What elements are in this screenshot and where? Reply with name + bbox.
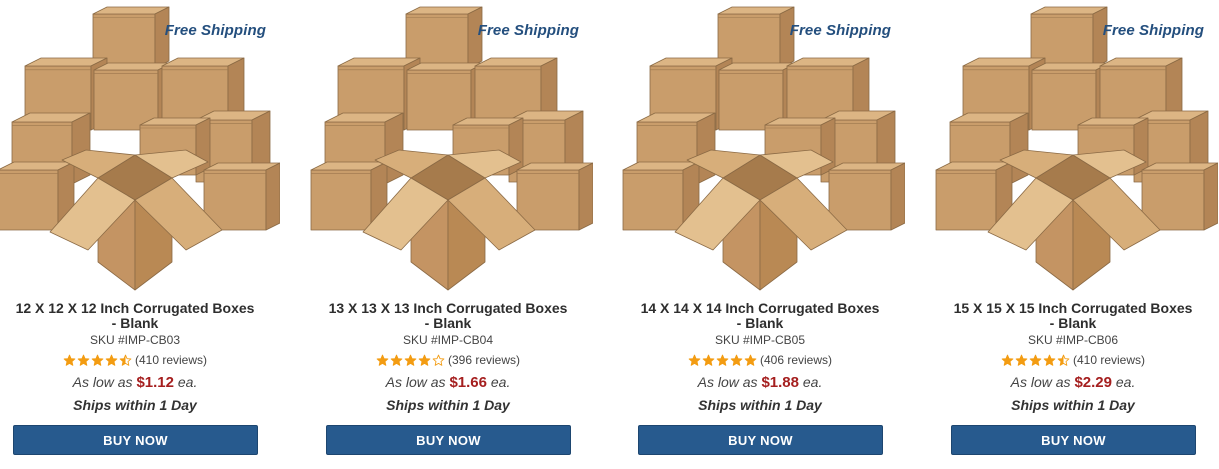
product-sku: SKU #IMP-CB03 xyxy=(89,333,181,347)
product-card: Free Shipping 12 X 12 X 12 Inch Corrugat… xyxy=(0,0,280,469)
star-half-icon xyxy=(119,354,132,367)
star-full-icon xyxy=(1015,354,1028,367)
product-title[interactable]: 13 X 13 X 13 Inch Corrugated Boxes - Bla… xyxy=(313,301,583,331)
star-full-icon xyxy=(404,354,417,367)
free-shipping-badge: Free Shipping xyxy=(1102,22,1204,39)
product-rating[interactable]: (410 reviews) xyxy=(0,353,270,367)
ships-within: Ships within 1 Day xyxy=(1011,397,1135,413)
price-amount: $1.12 xyxy=(136,374,174,391)
cardboard-box-pile-image xyxy=(622,6,905,291)
star-half-icon xyxy=(1057,354,1070,367)
review-count: (410 reviews) xyxy=(1072,353,1146,367)
product-title-line2: - Blank xyxy=(736,315,784,331)
product-card: Free Shipping 14 X 14 X 14 Inch Corrugat… xyxy=(615,0,905,469)
product-title-line2: - Blank xyxy=(424,315,472,331)
price-prefix: As low as xyxy=(1010,374,1071,390)
star-full-icon xyxy=(1001,354,1014,367)
price-suffix: ea. xyxy=(490,374,511,390)
star-full-icon xyxy=(744,354,757,367)
price-prefix: As low as xyxy=(385,374,446,390)
product-title[interactable]: 15 X 15 X 15 Inch Corrugated Boxes - Bla… xyxy=(938,301,1208,331)
review-count: (410 reviews) xyxy=(134,353,208,367)
product-sku: SKU #IMP-CB05 xyxy=(714,333,806,347)
product-title[interactable]: 14 X 14 X 14 Inch Corrugated Boxes - Bla… xyxy=(625,301,895,331)
star-full-icon xyxy=(63,354,76,367)
product-rating[interactable]: (406 reviews) xyxy=(625,353,895,367)
product-card: Free Shipping 13 X 13 X 13 Inch Corrugat… xyxy=(303,0,593,469)
star-full-icon xyxy=(1043,354,1056,367)
review-count: (406 reviews) xyxy=(759,353,833,367)
star-full-icon xyxy=(716,354,729,367)
product-title[interactable]: 12 X 12 X 12 Inch Corrugated Boxes - Bla… xyxy=(0,301,270,331)
star-full-icon xyxy=(702,354,715,367)
product-sku: SKU #IMP-CB06 xyxy=(1027,333,1119,347)
product-image[interactable] xyxy=(303,0,593,295)
product-image[interactable] xyxy=(615,0,905,295)
star-empty-icon xyxy=(432,354,445,367)
free-shipping-badge: Free Shipping xyxy=(477,22,579,39)
buy-now-button[interactable]: BUY NOW xyxy=(13,425,258,455)
cardboard-box-pile-image xyxy=(310,6,593,291)
product-rating[interactable]: (396 reviews) xyxy=(313,353,583,367)
rating-stars xyxy=(63,354,132,367)
cardboard-box-pile-image xyxy=(935,6,1218,291)
product-price: As low as $1.66 ea. xyxy=(313,374,583,391)
buy-now-button[interactable]: BUY NOW xyxy=(638,425,883,455)
product-grid: Free Shipping 12 X 12 X 12 Inch Corrugat… xyxy=(0,0,1219,469)
product-price: As low as $1.12 ea. xyxy=(0,374,270,391)
product-image[interactable] xyxy=(928,0,1218,295)
price-amount: $2.29 xyxy=(1074,374,1112,391)
ships-within: Ships within 1 Day xyxy=(73,397,197,413)
product-title-line2: - Blank xyxy=(111,315,159,331)
product-title-line1: 12 X 12 X 12 Inch Corrugated Boxes xyxy=(15,300,255,316)
product-card: Free Shipping 15 X 15 X 15 Inch Corrugat… xyxy=(928,0,1218,469)
price-suffix: ea. xyxy=(1115,374,1136,390)
product-rating[interactable]: (410 reviews) xyxy=(938,353,1208,367)
product-title-line1: 14 X 14 X 14 Inch Corrugated Boxes xyxy=(640,300,880,316)
product-price: As low as $2.29 ea. xyxy=(938,374,1208,391)
star-full-icon xyxy=(77,354,90,367)
product-title-line1: 13 X 13 X 13 Inch Corrugated Boxes xyxy=(328,300,568,316)
price-prefix: As low as xyxy=(697,374,758,390)
product-image[interactable] xyxy=(0,0,280,295)
star-full-icon xyxy=(105,354,118,367)
star-full-icon xyxy=(730,354,743,367)
product-sku: SKU #IMP-CB04 xyxy=(402,333,494,347)
rating-stars xyxy=(376,354,445,367)
product-price: As low as $1.88 ea. xyxy=(625,374,895,391)
ships-within: Ships within 1 Day xyxy=(386,397,510,413)
rating-stars xyxy=(688,354,757,367)
review-count: (396 reviews) xyxy=(447,353,521,367)
price-amount: $1.66 xyxy=(449,374,487,391)
ships-within: Ships within 1 Day xyxy=(698,397,822,413)
star-full-icon xyxy=(688,354,701,367)
free-shipping-badge: Free Shipping xyxy=(789,22,891,39)
price-suffix: ea. xyxy=(177,374,198,390)
star-full-icon xyxy=(1029,354,1042,367)
price-suffix: ea. xyxy=(802,374,823,390)
buy-now-button[interactable]: BUY NOW xyxy=(326,425,571,455)
product-title-line1: 15 X 15 X 15 Inch Corrugated Boxes xyxy=(953,300,1193,316)
star-full-icon xyxy=(390,354,403,367)
star-full-icon xyxy=(418,354,431,367)
rating-stars xyxy=(1001,354,1070,367)
price-amount: $1.88 xyxy=(761,374,799,391)
cardboard-box-pile-image xyxy=(0,6,280,291)
product-title-line2: - Blank xyxy=(1049,315,1097,331)
buy-now-button[interactable]: BUY NOW xyxy=(951,425,1196,455)
free-shipping-badge: Free Shipping xyxy=(164,22,266,39)
star-full-icon xyxy=(91,354,104,367)
star-full-icon xyxy=(376,354,389,367)
price-prefix: As low as xyxy=(72,374,133,390)
